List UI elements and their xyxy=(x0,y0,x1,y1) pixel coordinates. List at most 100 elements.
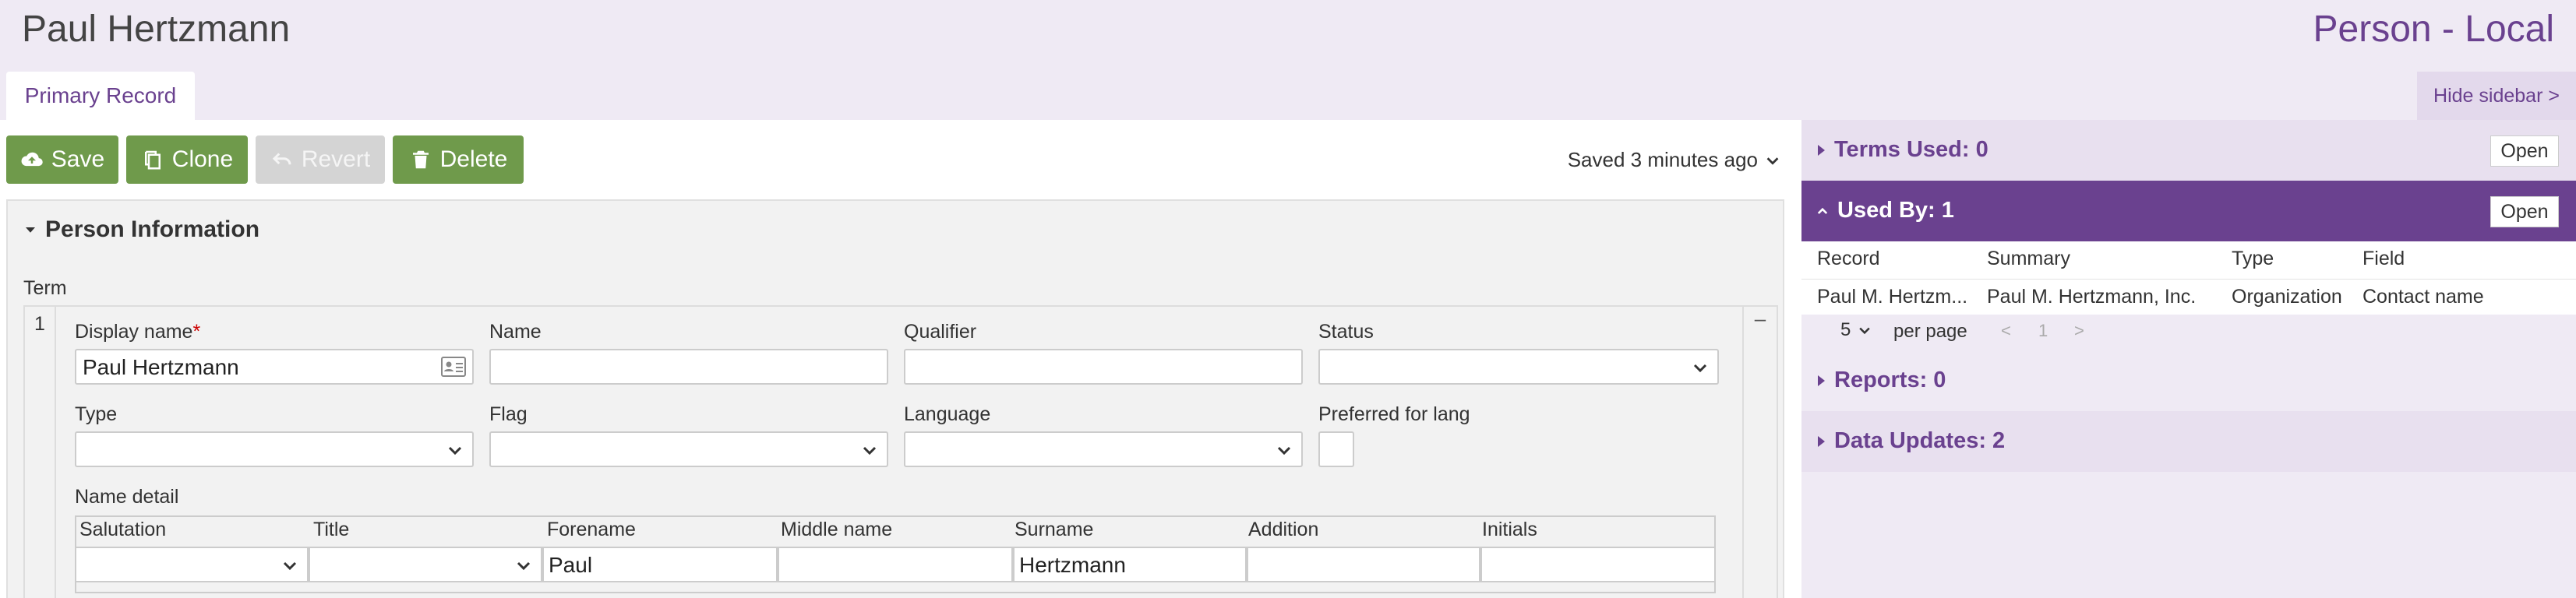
per-page-value: 5 xyxy=(1840,319,1851,340)
flag-select[interactable] xyxy=(489,431,888,467)
qualifier-input[interactable] xyxy=(904,349,1303,385)
clone-button[interactable]: Clone xyxy=(126,135,248,184)
reports-section: Reports: 0 xyxy=(1801,350,2576,411)
language-label: Language xyxy=(904,403,991,425)
middle-name-input[interactable] xyxy=(778,547,1013,582)
status-select[interactable] xyxy=(1318,349,1719,385)
surname-header: Surname xyxy=(1015,519,1094,540)
record-toolbar: Save Clone Revert Delete Saved 3 minutes… xyxy=(0,120,1792,199)
per-page-label: per page xyxy=(1893,321,1967,342)
save-button[interactable]: Save xyxy=(6,135,118,184)
preferred-for-lang-checkbox[interactable] xyxy=(1318,431,1354,467)
name-detail-label: Name detail xyxy=(75,486,179,508)
table-row[interactable]: Paul M. Hertzm... Paul M. Hertzmann, Inc… xyxy=(1801,279,2576,315)
per-page-select[interactable]: 5 xyxy=(1840,319,1872,341)
page-header: Paul Hertzmann Person - Local xyxy=(0,0,2576,72)
required-marker: * xyxy=(192,321,201,343)
qualifier-label: Qualifier xyxy=(904,321,977,343)
revert-button[interactable]: Revert xyxy=(256,135,385,184)
caret-down-icon xyxy=(26,227,35,233)
term-label: Term xyxy=(23,277,67,299)
used-by-title: Used By: 1 xyxy=(1837,198,1954,223)
forename-input[interactable]: Paul xyxy=(542,547,778,582)
display-name-label: Display name* xyxy=(75,321,200,343)
remove-term-button[interactable]: – xyxy=(1742,307,1777,598)
addition-header: Addition xyxy=(1248,519,1319,540)
term-index: 1 xyxy=(25,307,56,598)
saved-status-text: Saved 3 minutes ago xyxy=(1567,148,1758,171)
type-select[interactable] xyxy=(75,431,474,467)
panel-toggle[interactable]: Person Information xyxy=(23,216,259,243)
sidebar: Terms Used: 0 Open Used By: 1 Open Recor… xyxy=(1801,120,2576,598)
addition-input[interactable] xyxy=(1247,547,1480,582)
name-input[interactable] xyxy=(489,349,888,385)
initials-input[interactable] xyxy=(1480,547,1716,582)
caret-right-icon xyxy=(1818,435,1825,447)
caret-right-icon xyxy=(1818,375,1825,386)
chevron-down-icon xyxy=(283,561,297,571)
clone-button-label: Clone xyxy=(171,146,234,172)
type-cell: Organization xyxy=(2232,286,2342,308)
trash-icon xyxy=(412,150,429,169)
reports-title: Reports: 0 xyxy=(1834,368,1946,392)
chevron-down-icon xyxy=(448,446,462,456)
copy-icon xyxy=(144,150,161,170)
salutation-select[interactable] xyxy=(75,547,309,582)
language-select[interactable] xyxy=(904,431,1303,467)
middle-name-header: Middle name xyxy=(781,519,893,540)
tab-primary-record[interactable]: Primary Record xyxy=(6,72,195,120)
field-column-header: Field xyxy=(2363,248,2405,269)
record-type-label: Person - Local xyxy=(2313,9,2555,50)
hide-sidebar-button[interactable]: Hide sidebar > xyxy=(2417,72,2576,120)
terms-used-open-button[interactable]: Open xyxy=(2490,135,2559,167)
terms-used-section: Terms Used: 0 Open xyxy=(1801,120,2576,181)
record-column-header: Record xyxy=(1817,248,1880,269)
terms-used-toggle[interactable]: Terms Used: 0 xyxy=(1816,137,1988,163)
terms-used-title: Terms Used: 0 xyxy=(1834,137,1988,162)
used-by-table: Record Summary Type Field Paul M. Hertzm… xyxy=(1801,241,2576,315)
page-title: Paul Hertzmann xyxy=(22,9,291,50)
type-label: Type xyxy=(75,403,118,425)
used-by-section: Used By: 1 Open xyxy=(1801,181,2576,241)
surname-input[interactable]: Hertzmann xyxy=(1013,547,1247,582)
flag-label: Flag xyxy=(489,403,528,425)
forename-value: Paul xyxy=(549,553,593,577)
save-button-label: Save xyxy=(51,146,105,172)
saved-status-dropdown[interactable]: Saved 3 minutes ago xyxy=(1568,148,1781,172)
chevron-down-icon xyxy=(1277,446,1291,456)
delete-button-label: Delete xyxy=(439,146,508,172)
chevron-down-icon xyxy=(863,446,877,456)
chevron-down-icon xyxy=(1766,157,1779,165)
surname-value: Hertzmann xyxy=(1019,553,1126,577)
id-card-icon[interactable] xyxy=(441,357,466,377)
initials-header: Initials xyxy=(1482,519,1537,540)
chevron-down-icon xyxy=(517,561,531,571)
display-name-label-text: Display name xyxy=(75,321,193,343)
title-header: Title xyxy=(313,519,350,540)
data-updates-title: Data Updates: 2 xyxy=(1834,428,2006,453)
data-updates-toggle[interactable]: Data Updates: 2 xyxy=(1816,428,2005,454)
name-label: Name xyxy=(489,321,542,343)
display-name-input[interactable]: Paul Hertzmann xyxy=(75,349,474,385)
display-name-value: Paul Hertzmann xyxy=(83,355,239,379)
status-label: Status xyxy=(1318,321,1374,343)
summary-column-header: Summary xyxy=(1987,248,2070,269)
data-updates-section: Data Updates: 2 xyxy=(1801,411,2576,472)
chevron-down-icon xyxy=(1693,364,1707,373)
prev-page-button[interactable]: < xyxy=(2001,321,2011,341)
delete-button[interactable]: Delete xyxy=(393,135,524,184)
preferred-for-lang-label: Preferred for lang xyxy=(1318,403,1470,425)
revert-button-label: Revert xyxy=(301,146,371,172)
next-page-button[interactable]: > xyxy=(2074,321,2084,341)
used-by-toggle[interactable]: Used By: 1 xyxy=(1816,198,1954,223)
used-by-open-button[interactable]: Open xyxy=(2490,196,2559,227)
forename-header: Forename xyxy=(547,519,636,540)
caret-right-icon xyxy=(1818,144,1825,156)
field-cell: Contact name xyxy=(2363,286,2484,308)
undo-icon xyxy=(272,153,291,165)
reports-toggle[interactable]: Reports: 0 xyxy=(1816,368,1946,393)
title-select[interactable] xyxy=(309,547,542,582)
current-page[interactable]: 1 xyxy=(2038,321,2048,341)
pager: 5 per page < 1 > xyxy=(1801,315,2576,349)
chevron-up-icon xyxy=(1817,207,1828,214)
